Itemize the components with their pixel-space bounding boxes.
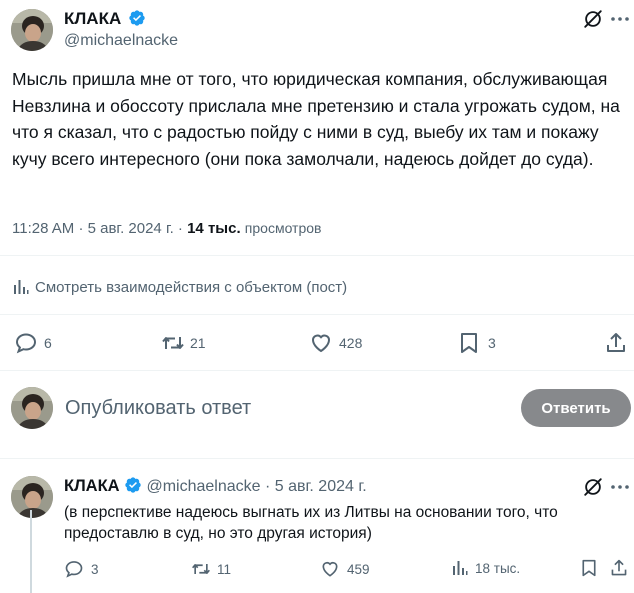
repost-button[interactable]: 21 xyxy=(160,331,206,355)
reply-bookmark-button[interactable] xyxy=(580,558,598,578)
more-options-icon[interactable] xyxy=(609,11,631,27)
author-name[interactable]: КЛАКА xyxy=(64,9,146,29)
share-button[interactable] xyxy=(605,331,627,355)
like-icon xyxy=(311,334,331,353)
reply-repost-button[interactable]: 11 xyxy=(190,559,231,579)
repost-icon xyxy=(192,564,210,574)
author-name-text: КЛАКА xyxy=(64,9,122,28)
divider xyxy=(0,458,634,459)
reply-share-button[interactable] xyxy=(610,558,628,578)
reply-author-handle[interactable]: @michaelnacke xyxy=(146,478,260,495)
share-icon xyxy=(607,333,625,352)
reply-date[interactable]: 5 авг. 2024 г. xyxy=(275,478,367,495)
author-handle[interactable]: @michaelnacke xyxy=(64,32,178,50)
share-icon xyxy=(611,559,627,576)
reply-count: 6 xyxy=(44,335,52,351)
reply-reply-count: 3 xyxy=(91,561,99,577)
analytics-icon xyxy=(14,280,29,294)
tweet-meta: 11:28 AM · 5 авг. 2024 г. · 14 тыс. прос… xyxy=(12,220,321,237)
tweet-time[interactable]: 11:28 AM xyxy=(12,220,74,237)
reply-views-count: 18 тыс. xyxy=(475,560,521,576)
my-avatar[interactable] xyxy=(11,387,53,429)
reply-views-button[interactable]: 18 тыс. xyxy=(451,559,520,577)
grok-icon[interactable] xyxy=(582,476,604,498)
bookmark-count: 3 xyxy=(488,335,496,351)
divider xyxy=(0,370,634,371)
thread-line xyxy=(30,510,32,593)
views-count: 14 тыс. xyxy=(187,220,241,237)
author-avatar[interactable] xyxy=(11,9,53,51)
bookmark-icon xyxy=(461,333,477,353)
analytics-icon xyxy=(453,561,468,575)
avatar-image xyxy=(11,9,53,51)
reply-compose-input[interactable]: Опубликовать ответ xyxy=(65,397,251,420)
meta-separator: · xyxy=(78,220,84,237)
reply-icon xyxy=(65,561,83,578)
reply-text: (в перспективе надеюсь выгнать их из Лит… xyxy=(64,504,558,542)
bookmark-icon xyxy=(582,559,596,577)
avatar-image xyxy=(11,387,53,429)
reply-author-avatar[interactable] xyxy=(11,476,53,518)
reply-header: КЛАКА @michaelnacke · 5 авг. 2024 г. xyxy=(64,477,367,496)
reply-author-name[interactable]: КЛАКА xyxy=(64,477,120,495)
repost-icon xyxy=(162,337,184,349)
reply-repost-count: 11 xyxy=(217,561,232,577)
view-engagements-link[interactable]: Смотреть взаимодействия с объектом (пост… xyxy=(12,278,347,296)
tweet-date[interactable]: 5 авг. 2024 г. xyxy=(88,220,174,237)
bookmark-button[interactable]: 3 xyxy=(458,331,496,355)
repost-count: 21 xyxy=(190,335,206,351)
like-count: 428 xyxy=(339,335,363,351)
meta-separator: · xyxy=(177,220,183,237)
like-button[interactable]: 428 xyxy=(309,331,362,355)
avatar-image xyxy=(11,476,53,518)
reply-like-button[interactable]: 459 xyxy=(320,559,370,579)
divider xyxy=(0,255,634,256)
verified-badge-icon xyxy=(125,477,141,493)
reply-separator: · xyxy=(265,478,271,495)
tweet-text: Мысль пришла мне от того, что юридическа… xyxy=(12,69,620,169)
verified-badge-icon xyxy=(129,10,145,26)
reply-like-count: 459 xyxy=(347,561,370,577)
grok-icon[interactable] xyxy=(582,8,604,30)
engagements-label: Смотреть взаимодействия с объектом (пост… xyxy=(35,278,348,296)
reply-icon xyxy=(15,333,37,354)
reply-button[interactable]: 6 xyxy=(14,331,52,355)
reply-submit-button[interactable]: Ответить xyxy=(521,389,631,427)
views-label: просмотров xyxy=(244,220,322,236)
more-options-icon[interactable] xyxy=(609,479,631,495)
like-icon xyxy=(322,561,338,577)
reply-reply-button[interactable]: 3 xyxy=(64,559,99,579)
divider xyxy=(0,314,634,315)
